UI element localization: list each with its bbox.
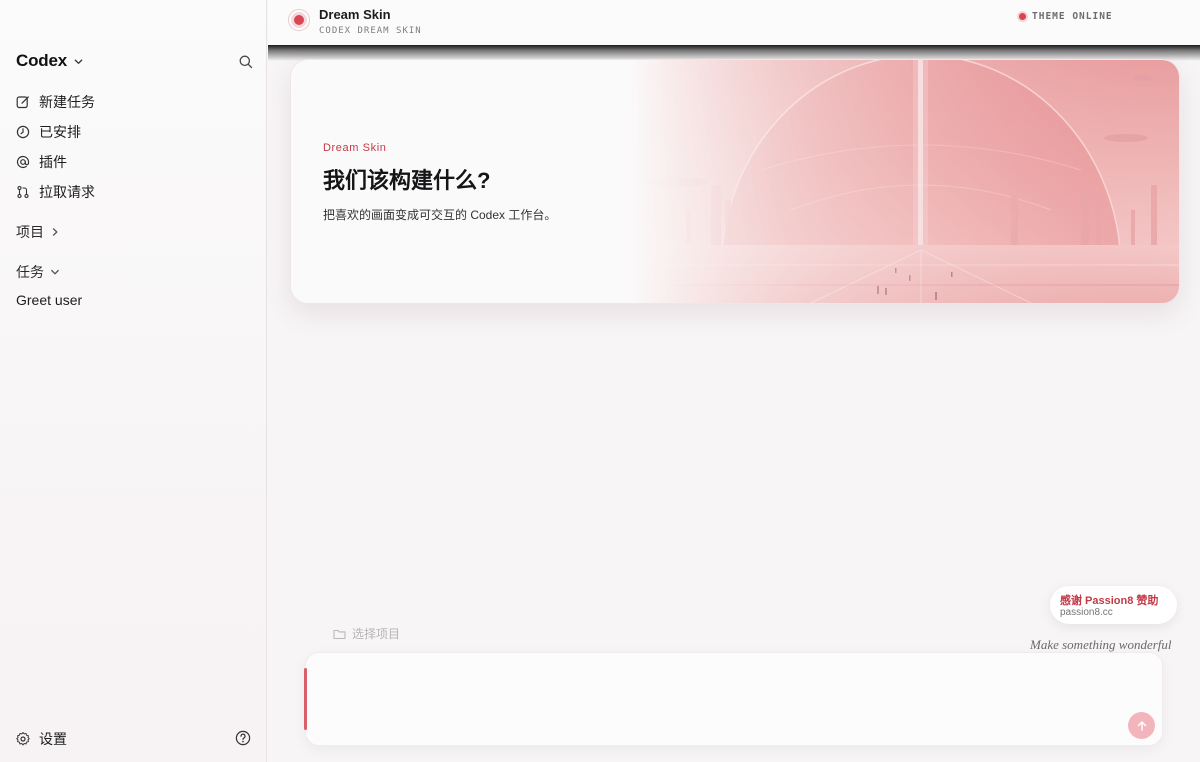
settings-button[interactable]: 设置	[16, 729, 67, 749]
nav-plugins[interactable]: 插件	[16, 147, 251, 177]
edit-icon	[16, 96, 29, 109]
projects-section-toggle[interactable]: 项目	[16, 222, 60, 242]
gear-icon	[16, 732, 30, 746]
status-dot-icon	[1019, 13, 1026, 20]
hero-eyebrow: Dream Skin	[323, 142, 387, 154]
nav-label: 拉取请求	[39, 184, 95, 200]
arrow-up-icon	[1137, 720, 1146, 731]
hero-description: 把喜欢的画面变成可交互的 Codex 工作台。	[323, 208, 557, 222]
sidebar: Codex 新建任务 已安排 插件 拉取请求 项目 任务 Greet user …	[0, 0, 267, 762]
workspace-name: Codex	[16, 51, 67, 70]
hero-title: 我们该构建什么?	[323, 168, 491, 193]
projects-label: 项目	[16, 224, 44, 240]
chevron-right-icon	[52, 228, 58, 236]
dream-skin-logo-icon	[288, 9, 310, 31]
clock-icon	[16, 125, 30, 139]
sponsor-url: passion8.cc	[1060, 607, 1113, 618]
app-subtitle: CODEX DREAM SKIN	[319, 26, 422, 36]
nav-new-task[interactable]: 新建任务	[16, 87, 251, 117]
nav-pull-requests[interactable]: 拉取请求	[16, 177, 251, 207]
workspace-switcher[interactable]: Codex	[16, 51, 84, 71]
tasks-section-toggle[interactable]: 任务	[16, 262, 60, 282]
pull-request-icon	[17, 185, 29, 199]
settings-label: 设置	[39, 731, 67, 747]
chevron-down-icon	[74, 58, 83, 64]
composer	[305, 652, 1164, 747]
nav-scheduled[interactable]: 已安排	[16, 117, 251, 147]
project-picker-label: 选择项目	[352, 627, 401, 641]
search-icon[interactable]	[237, 53, 255, 71]
chevron-down-icon	[51, 269, 59, 275]
task-item[interactable]: Greet user	[16, 292, 82, 308]
folder-icon	[333, 629, 346, 639]
status-text: THEME ONLINE	[1032, 11, 1113, 22]
sponsor-badge[interactable]: 感谢 Passion8 赞助 passion8.cc	[1050, 586, 1177, 624]
hero-card: Dream Skin 我们该构建什么? 把喜欢的画面变成可交互的 Codex 工…	[290, 59, 1180, 304]
tagline: Make something wonderful	[1030, 637, 1172, 652]
app-title: Dream Skin	[319, 7, 391, 22]
nav-label: 新建任务	[39, 94, 95, 110]
help-icon[interactable]	[235, 730, 251, 746]
at-icon	[16, 155, 30, 169]
composer-cursor-accent	[304, 668, 307, 730]
prompt-input[interactable]	[306, 653, 1164, 747]
nav-label: 插件	[39, 154, 67, 170]
send-button[interactable]	[1128, 712, 1155, 739]
primary-nav: 新建任务 已安排 插件 拉取请求	[16, 87, 251, 207]
theme-status: THEME ONLINE	[1019, 11, 1113, 22]
project-picker[interactable]: 选择项目	[333, 625, 400, 642]
sponsor-title: 感谢 Passion8 赞助	[1060, 595, 1159, 607]
tasks-label: 任务	[16, 264, 44, 280]
top-bar	[268, 0, 1200, 45]
nav-label: 已安排	[39, 124, 81, 140]
